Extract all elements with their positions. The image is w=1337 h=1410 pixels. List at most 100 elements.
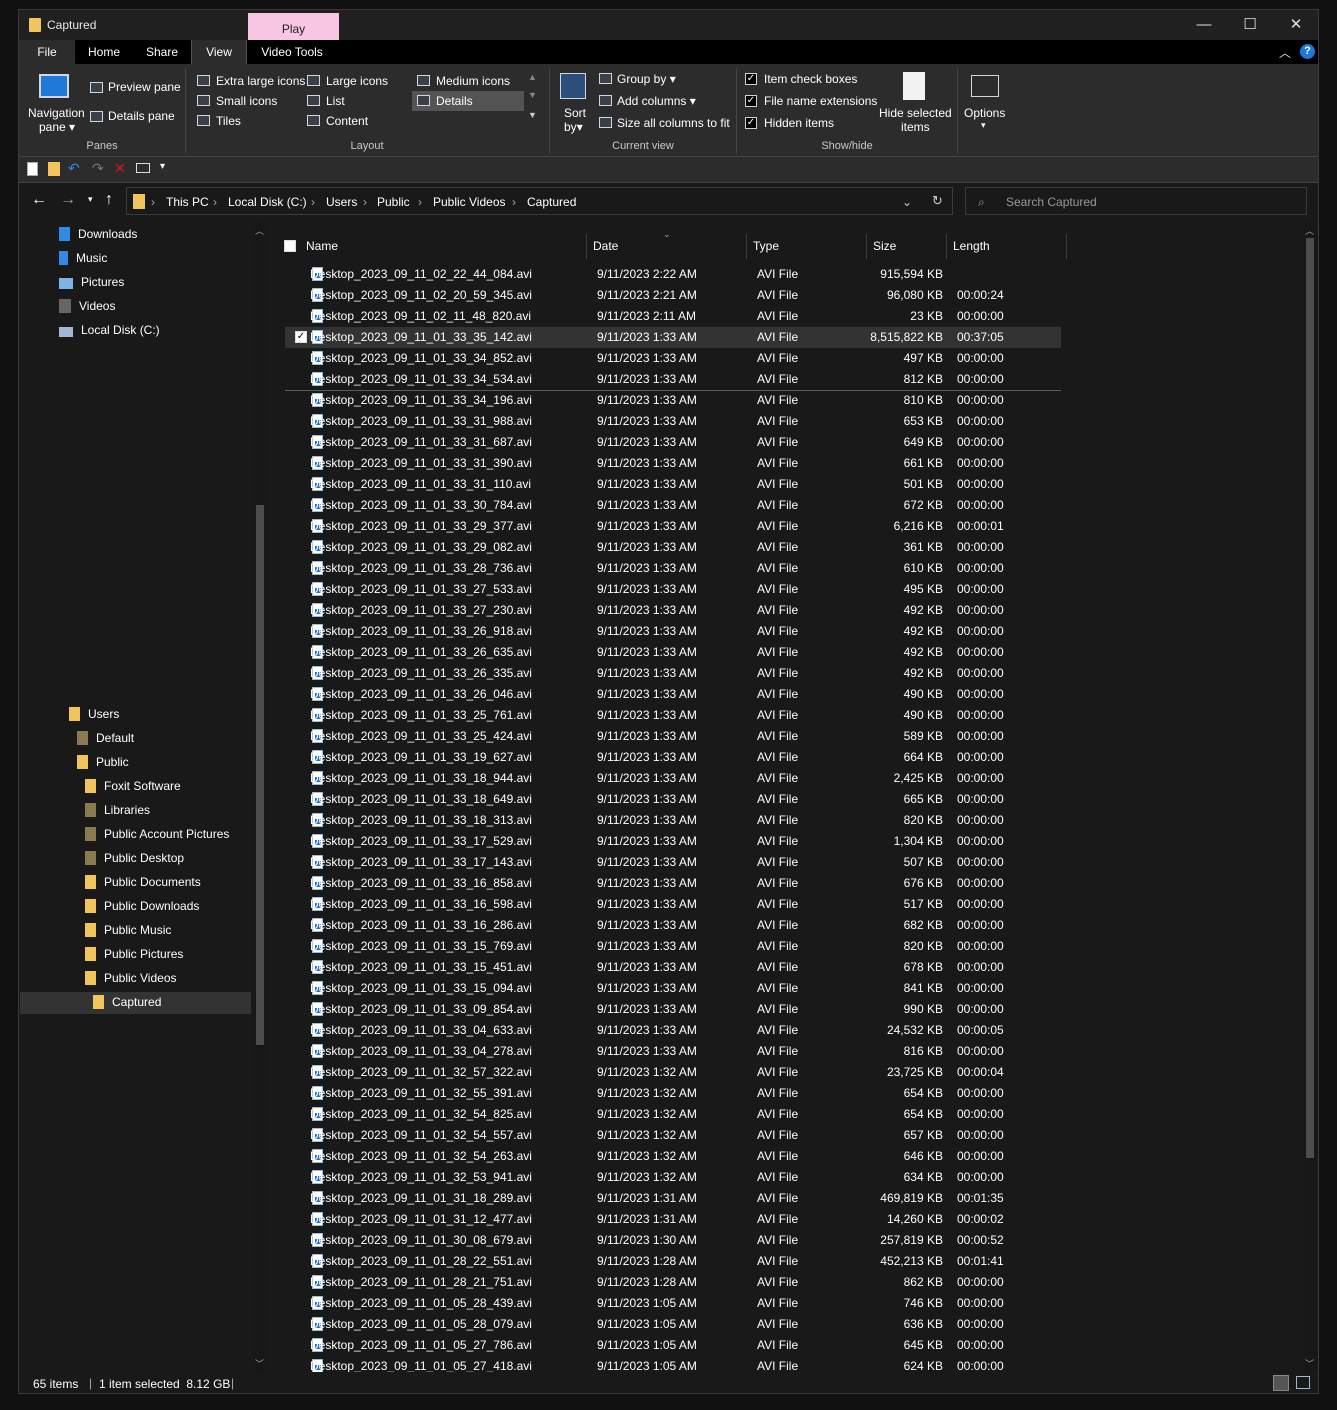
- group-by-button[interactable]: Group by ▾: [617, 72, 676, 86]
- breadcrumb-public[interactable]: Public: [377, 195, 410, 209]
- scroll-up-icon[interactable]: ︿: [1305, 224, 1314, 237]
- address-dropdown-icon[interactable]: ⌄: [902, 195, 912, 209]
- delete-icon[interactable]: ✕: [114, 160, 126, 177]
- table-row[interactable]: Desktop_2023_09_11_01_33_18_649.avi 9/11/…: [285, 789, 1061, 810]
- redo-icon[interactable]: ↷: [92, 160, 104, 177]
- sort-by-button[interactable]: Sort: [564, 106, 586, 120]
- quick-access-local-disk[interactable]: Local Disk (C:): [59, 319, 160, 341]
- column-divider[interactable]: [946, 234, 947, 259]
- table-row[interactable]: Desktop_2023_09_11_02_22_44_084.avi 9/11/…: [285, 264, 1061, 285]
- tab-home[interactable]: Home: [75, 40, 133, 64]
- quick-access-videos[interactable]: Videos: [59, 295, 115, 317]
- tree-item-users[interactable]: Users: [69, 703, 119, 725]
- details-view-icon[interactable]: [1273, 1375, 1289, 1391]
- layout-scroll-down-icon[interactable]: ▼: [528, 90, 537, 100]
- table-row[interactable]: Desktop_2023_09_11_01_33_17_143.avi 9/11/…: [285, 852, 1061, 873]
- tree-item-libraries[interactable]: Libraries: [85, 799, 150, 821]
- column-divider[interactable]: [586, 234, 587, 259]
- details-pane-button[interactable]: Details pane: [108, 109, 175, 123]
- tree-item-public-documents[interactable]: Public Documents: [85, 871, 201, 893]
- options-dropdown-icon[interactable]: ▾: [981, 120, 986, 131]
- breadcrumb-this-pc[interactable]: This PC: [166, 195, 209, 209]
- table-row[interactable]: Desktop_2023_09_11_01_05_28_079.avi 9/11/…: [285, 1314, 1061, 1335]
- tree-item-default[interactable]: Default: [77, 727, 134, 749]
- column-header-size[interactable]: Size: [873, 239, 896, 263]
- chevron-right-icon[interactable]: ›: [151, 195, 155, 209]
- table-row[interactable]: Desktop_2023_09_11_01_32_57_322.avi 9/11/…: [285, 1062, 1061, 1083]
- hidden-items-checkbox[interactable]: ✓: [745, 117, 757, 129]
- nav-scrollbar-thumb[interactable]: [256, 505, 264, 1045]
- table-row[interactable]: Desktop_2023_09_11_01_33_16_858.avi 9/11/…: [285, 873, 1061, 894]
- large-icons-view-icon[interactable]: [1296, 1376, 1310, 1389]
- table-row[interactable]: Desktop_2023_09_11_01_05_27_786.avi 9/11/…: [285, 1335, 1061, 1356]
- quick-access-downloads[interactable]: Downloads: [59, 223, 137, 245]
- table-row[interactable]: Desktop_2023_09_11_01_33_34_534.avi 9/11/…: [285, 369, 1061, 390]
- refresh-icon[interactable]: ↻: [932, 193, 943, 209]
- breadcrumb-captured[interactable]: Captured: [527, 195, 576, 209]
- tab-view[interactable]: View: [191, 40, 247, 64]
- table-row[interactable]: ✓ Desktop_2023_09_11_01_33_35_142.avi 9/11…: [285, 327, 1061, 348]
- table-row[interactable]: Desktop_2023_09_11_01_33_34_196.avi 9/11/…: [285, 390, 1061, 411]
- table-row[interactable]: Desktop_2023_09_11_01_32_53_941.avi 9/11/…: [285, 1167, 1061, 1188]
- table-row[interactable]: Desktop_2023_09_11_01_33_27_230.avi 9/11/…: [285, 600, 1061, 621]
- table-row[interactable]: Desktop_2023_09_11_01_33_18_944.avi 9/11/…: [285, 768, 1061, 789]
- table-row[interactable]: Desktop_2023_09_11_01_33_04_278.avi 9/11/…: [285, 1041, 1061, 1062]
- tree-item-captured[interactable]: Captured: [93, 991, 161, 1013]
- table-row[interactable]: Desktop_2023_09_11_01_28_21_751.avi 9/11/…: [285, 1272, 1061, 1293]
- table-row[interactable]: Desktop_2023_09_11_01_30_08_679.avi 9/11/…: [285, 1230, 1061, 1251]
- table-row[interactable]: Desktop_2023_09_11_02_11_48_820.avi 9/11/…: [285, 306, 1061, 327]
- recent-locations-icon[interactable]: ▾: [88, 194, 93, 205]
- layout-large-icons[interactable]: Large icons: [326, 74, 388, 88]
- table-row[interactable]: Desktop_2023_09_11_01_31_12_477.avi 9/11/…: [285, 1209, 1061, 1230]
- navigation-pane-icon[interactable]: [39, 74, 69, 98]
- table-row[interactable]: Desktop_2023_09_11_01_33_26_335.avi 9/11/…: [285, 663, 1061, 684]
- table-row[interactable]: Desktop_2023_09_11_01_05_28_439.avi 9/11/…: [285, 1293, 1061, 1314]
- options-icon[interactable]: [971, 75, 999, 97]
- tab-share[interactable]: Share: [133, 40, 191, 64]
- layout-content[interactable]: Content: [326, 114, 368, 128]
- preview-pane-button[interactable]: Preview pane: [108, 80, 181, 94]
- layout-small-icons[interactable]: Small icons: [216, 94, 277, 108]
- table-row[interactable]: Desktop_2023_09_11_01_33_27_533.avi 9/11/…: [285, 579, 1061, 600]
- rename-icon[interactable]: [136, 163, 150, 173]
- layout-scroll-up-icon[interactable]: ▲: [528, 72, 537, 82]
- help-icon[interactable]: ?: [1300, 44, 1315, 59]
- table-row[interactable]: Desktop_2023_09_11_01_32_55_391.avi 9/11/…: [285, 1083, 1061, 1104]
- address-bar[interactable]: › This PC › Local Disk (C:) › Users › Pu…: [126, 187, 953, 215]
- maximize-button[interactable]: ☐: [1227, 10, 1273, 40]
- table-row[interactable]: Desktop_2023_09_11_01_33_25_761.avi 9/11/…: [285, 705, 1061, 726]
- navigation-pane-button[interactable]: Navigation: [28, 106, 85, 120]
- tree-item-foxit-software[interactable]: Foxit Software: [85, 775, 181, 797]
- table-row[interactable]: Desktop_2023_09_11_01_33_26_635.avi 9/11/…: [285, 642, 1061, 663]
- layout-details[interactable]: Details: [436, 94, 473, 108]
- item-check-boxes-checkbox[interactable]: ✓: [745, 73, 757, 85]
- table-row[interactable]: Desktop_2023_09_11_01_33_16_598.avi 9/11/…: [285, 894, 1061, 915]
- table-row[interactable]: Desktop_2023_09_11_01_33_15_451.avi 9/11/…: [285, 957, 1061, 978]
- column-divider[interactable]: [866, 234, 867, 259]
- breadcrumb-local-disk[interactable]: Local Disk (C:): [228, 195, 307, 209]
- chevron-right-icon[interactable]: ›: [363, 195, 367, 209]
- tree-item-public[interactable]: Public: [77, 751, 129, 773]
- nav-scrollbar[interactable]: ︿ ﹀: [253, 222, 267, 1372]
- table-row[interactable]: Desktop_2023_09_11_01_33_31_687.avi 9/11/…: [285, 432, 1061, 453]
- search-input[interactable]: Search Captured: [1006, 195, 1097, 209]
- table-row[interactable]: Desktop_2023_09_11_01_33_15_769.avi 9/11/…: [285, 936, 1061, 957]
- undo-icon[interactable]: ↶: [68, 160, 80, 177]
- file-name-extensions-checkbox[interactable]: ✓: [745, 95, 757, 107]
- sort-icon[interactable]: [560, 73, 586, 99]
- collapse-ribbon-icon[interactable]: ︿: [1279, 44, 1291, 61]
- up-icon[interactable]: ↑: [105, 191, 113, 209]
- table-row[interactable]: Desktop_2023_09_11_01_33_31_110.avi 9/11/…: [285, 474, 1061, 495]
- table-row[interactable]: Desktop_2023_09_11_01_33_16_286.avi 9/11/…: [285, 915, 1061, 936]
- close-button[interactable]: ✕: [1273, 10, 1318, 40]
- hide-selected-items-button[interactable]: Hide selected: [879, 106, 952, 120]
- scroll-down-icon[interactable]: ﹀: [255, 1357, 264, 1370]
- tree-item-public-videos[interactable]: Public Videos: [85, 967, 177, 989]
- tree-item-public-account-pictures[interactable]: Public Account Pictures: [85, 823, 229, 845]
- back-icon[interactable]: ←: [31, 191, 47, 209]
- table-row[interactable]: Desktop_2023_09_11_01_33_31_988.avi 9/11/…: [285, 411, 1061, 432]
- chevron-right-icon[interactable]: ›: [512, 195, 516, 209]
- customize-qat-icon[interactable]: ▾: [160, 161, 165, 172]
- tab-video-tools[interactable]: Video Tools: [249, 40, 335, 64]
- chevron-right-icon[interactable]: ›: [418, 195, 422, 209]
